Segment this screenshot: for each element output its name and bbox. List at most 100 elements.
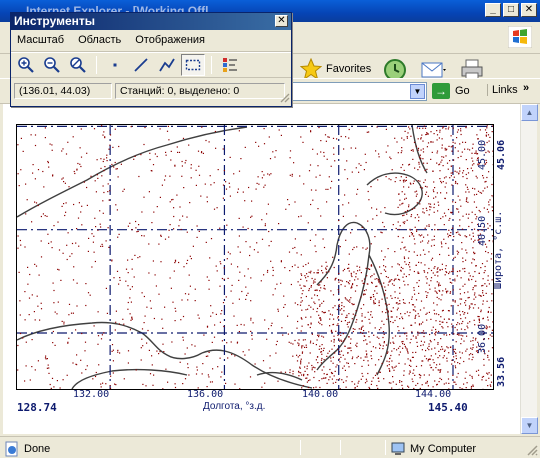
maximize-button[interactable]: □ xyxy=(503,3,519,17)
station-point xyxy=(424,179,426,181)
polyline-tool-button[interactable] xyxy=(155,54,179,76)
station-point xyxy=(348,253,350,255)
zoom-out-button[interactable] xyxy=(40,54,64,76)
station-point xyxy=(448,254,450,256)
station-point xyxy=(332,137,335,139)
station-point xyxy=(367,360,369,362)
chevron-right-icon[interactable]: » xyxy=(523,82,529,94)
station-point xyxy=(350,297,352,299)
station-point xyxy=(319,174,321,176)
station-point xyxy=(220,313,222,315)
station-point xyxy=(445,182,447,184)
station-point xyxy=(441,138,443,140)
station-point xyxy=(439,131,441,133)
station-point xyxy=(467,201,469,203)
line-tool-button[interactable] xyxy=(129,54,153,76)
station-point xyxy=(180,228,182,231)
station-point xyxy=(356,193,358,195)
address-dropdown-icon[interactable]: ▼ xyxy=(410,84,425,99)
go-button[interactable]: → Go xyxy=(432,83,470,99)
station-point xyxy=(440,182,443,184)
station-point xyxy=(434,333,436,335)
mail-icon[interactable] xyxy=(421,60,447,80)
station-point xyxy=(379,266,381,268)
station-point xyxy=(472,347,474,349)
station-point xyxy=(127,259,129,261)
station-point xyxy=(443,355,445,357)
station-point xyxy=(229,156,231,158)
station-point xyxy=(408,264,410,266)
menu-region[interactable]: Область xyxy=(78,34,121,47)
station-point xyxy=(477,307,480,309)
station-point xyxy=(348,202,350,204)
station-point xyxy=(174,320,176,322)
station-point xyxy=(428,203,430,205)
menu-display[interactable]: Отображения xyxy=(135,34,205,47)
legend-button[interactable] xyxy=(218,54,242,76)
station-point xyxy=(325,271,327,273)
station-point xyxy=(318,314,320,316)
station-point xyxy=(442,181,444,183)
station-point xyxy=(237,191,239,193)
tools-title-bar[interactable]: Инструменты ✕ xyxy=(11,13,291,30)
station-point xyxy=(196,366,198,368)
station-point xyxy=(231,284,233,286)
station-point xyxy=(427,385,429,387)
minimize-button[interactable]: _ xyxy=(485,3,501,17)
links-label[interactable]: Links xyxy=(487,84,518,96)
station-point xyxy=(272,266,274,269)
station-point xyxy=(302,141,304,143)
station-point xyxy=(330,360,332,362)
station-point xyxy=(347,300,350,302)
close-button[interactable]: ✕ xyxy=(521,3,537,17)
station-point xyxy=(462,215,464,217)
tools-window[interactable]: Инструменты ✕ Масштаб Область Отображени… xyxy=(10,12,292,107)
resize-grip-icon[interactable] xyxy=(526,444,538,456)
station-point xyxy=(391,387,393,389)
station-point xyxy=(92,241,94,243)
station-point xyxy=(490,258,492,260)
station-point xyxy=(403,256,405,258)
station-point xyxy=(417,169,419,171)
favorites-button[interactable]: Favorites xyxy=(300,58,371,80)
station-point xyxy=(40,256,43,258)
station-point xyxy=(239,251,241,253)
station-point xyxy=(471,164,474,166)
station-point xyxy=(110,375,112,377)
station-point xyxy=(368,386,370,389)
station-point xyxy=(416,341,418,343)
station-point xyxy=(462,141,464,143)
station-point xyxy=(347,362,349,364)
vertical-scrollbar[interactable]: ▲ ▼ xyxy=(520,104,538,434)
station-point xyxy=(87,292,90,294)
station-point xyxy=(442,357,444,359)
station-point xyxy=(487,316,489,318)
address-input[interactable]: m ▼ xyxy=(280,82,427,101)
map-area[interactable] xyxy=(16,124,495,390)
station-point xyxy=(351,286,353,289)
station-point xyxy=(289,270,291,272)
station-point xyxy=(365,339,367,341)
station-point xyxy=(318,321,320,323)
station-point xyxy=(385,276,387,278)
scroll-up-icon[interactable]: ▲ xyxy=(521,104,538,121)
station-point xyxy=(491,329,493,331)
station-point xyxy=(312,282,315,284)
zoom-in-button[interactable] xyxy=(14,54,38,76)
station-point xyxy=(262,360,265,362)
station-point xyxy=(324,134,327,136)
rectangle-select-button[interactable] xyxy=(181,54,205,76)
tools-close-button[interactable]: ✕ xyxy=(275,15,288,27)
station-point xyxy=(461,242,463,244)
station-point xyxy=(362,332,364,334)
station-point xyxy=(417,149,419,151)
menu-scale[interactable]: Масштаб xyxy=(17,34,64,47)
status-done-text: Done xyxy=(24,443,51,455)
station-point xyxy=(452,268,454,271)
station-point xyxy=(333,266,335,269)
zoom-reset-button[interactable] xyxy=(66,54,90,76)
resize-grip-icon[interactable] xyxy=(280,93,290,103)
point-tool-button[interactable] xyxy=(103,54,127,76)
station-point xyxy=(153,317,155,320)
scroll-down-icon[interactable]: ▼ xyxy=(521,417,538,434)
